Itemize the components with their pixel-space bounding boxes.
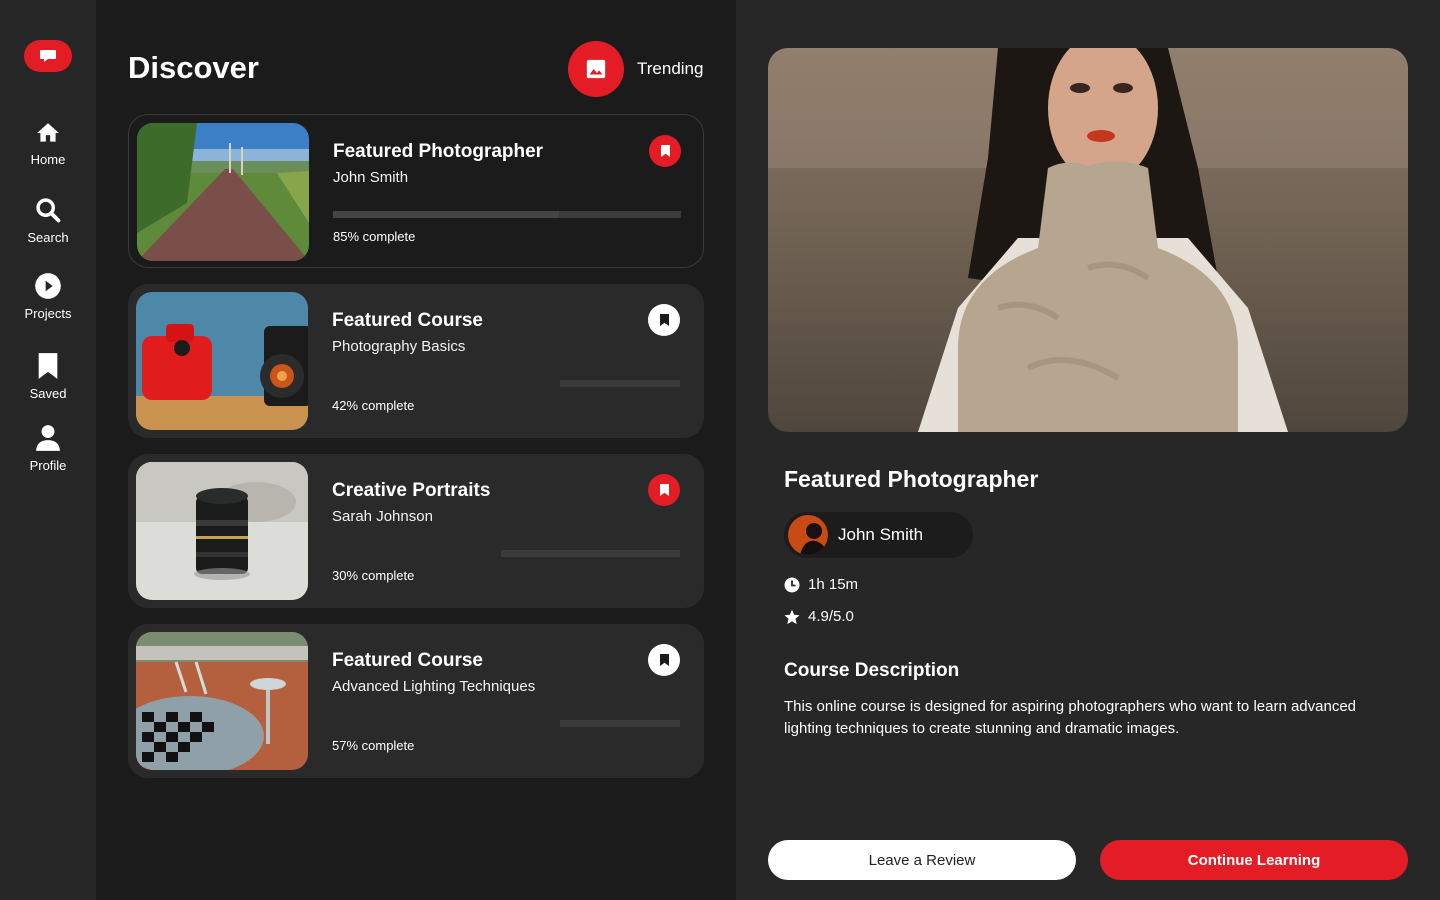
card-thumbnail <box>137 123 309 261</box>
portrait-photo <box>768 48 1408 432</box>
sidebar-item-home[interactable]: Home <box>0 120 96 167</box>
sidebar-item-label: Search <box>27 230 69 245</box>
avatar-photo <box>788 515 828 555</box>
progress-fill <box>333 211 560 218</box>
progress-track <box>560 720 680 727</box>
duration-text: 1h 15m <box>808 576 859 593</box>
detail-panel: Featured Photographer John Smith 1h 15m … <box>736 0 1440 900</box>
progress-track <box>501 550 680 557</box>
bookmark-icon <box>660 145 670 157</box>
progress-text: 85% complete <box>333 229 416 244</box>
progress-text: 42% complete <box>332 398 415 413</box>
card-thumbnail <box>136 462 308 600</box>
rating-text: 4.9/5.0 <box>808 608 854 625</box>
bookmark-icon <box>659 314 669 326</box>
detail-title: Featured Photographer <box>784 466 1039 492</box>
image-icon <box>586 59 606 79</box>
trending-label[interactable]: Trending <box>637 59 703 79</box>
card-title: Creative Portraits <box>332 480 491 501</box>
bookmark-icon <box>38 353 58 379</box>
home-icon <box>37 123 59 142</box>
card-subtitle: John Smith <box>333 169 409 186</box>
card-title: Featured Course <box>332 310 483 331</box>
bookmark-button[interactable] <box>648 304 680 336</box>
star-icon <box>784 609 800 624</box>
course-card[interactable]: Featured Course Advanced Lighting Techni… <box>128 624 704 778</box>
bookmark-icon <box>659 654 669 666</box>
description-text: This online course is designed for aspir… <box>784 698 1357 737</box>
sidebar-item-label: Projects <box>24 306 72 321</box>
card-subtitle: Sarah Johnson <box>332 508 433 525</box>
author-chip[interactable]: John Smith <box>784 512 973 558</box>
course-card[interactable]: Featured Course Photography Basics 42% c… <box>128 284 704 438</box>
chess-table-image <box>136 632 308 770</box>
page-title: Discover <box>128 50 259 85</box>
description-title: Course Description <box>784 660 960 681</box>
sidebar-item-label: Profile <box>29 458 67 473</box>
hero-image <box>768 48 1408 432</box>
clock-icon <box>784 577 800 592</box>
bookmark-button[interactable] <box>648 474 680 506</box>
duration-meta: 1h 15m <box>784 576 858 593</box>
progress-track <box>560 380 680 387</box>
author-name: John Smith <box>838 525 924 544</box>
progress-track <box>333 211 681 218</box>
card-subtitle: Photography Basics <box>332 338 466 355</box>
course-card[interactable]: Featured Photographer John Smith 85% com… <box>128 114 704 268</box>
card-subtitle: Advanced Lighting Techniques <box>332 678 536 695</box>
card-thumbnail <box>136 632 308 770</box>
sidebar-item-saved[interactable]: Saved <box>0 352 96 401</box>
app-logo[interactable] <box>24 40 72 72</box>
country-road-image <box>137 123 309 261</box>
play-circle-icon <box>35 273 61 299</box>
course-card[interactable]: Creative Portraits Sarah Johnson 30% com… <box>128 454 704 608</box>
leave-review-button[interactable]: Leave a Review <box>768 840 1076 880</box>
sidebar-item-search[interactable]: Search <box>0 196 96 245</box>
sidebar: Home Search Projects Saved Profile <box>0 0 96 900</box>
progress-text: 57% complete <box>332 738 415 753</box>
sidebar-item-label: Saved <box>29 386 67 401</box>
red-camera-image <box>136 292 308 430</box>
sidebar-item-profile[interactable]: Profile <box>0 424 96 473</box>
avatar <box>788 515 828 555</box>
chat-bubble-icon <box>40 50 56 62</box>
bookmark-icon <box>659 484 669 496</box>
continue-learning-button[interactable]: Continue Learning <box>1100 840 1408 880</box>
sidebar-item-projects[interactable]: Projects <box>0 272 96 321</box>
card-thumbnail <box>136 292 308 430</box>
bookmark-button[interactable] <box>649 135 681 167</box>
camera-lens-image <box>136 462 308 600</box>
search-icon <box>36 198 61 223</box>
user-icon <box>36 425 60 451</box>
card-title: Featured Photographer <box>333 141 544 162</box>
progress-text: 30% complete <box>332 568 415 583</box>
sidebar-item-label: Home <box>30 152 66 167</box>
rating-meta: 4.9/5.0 <box>784 608 854 625</box>
bookmark-button[interactable] <box>648 644 680 676</box>
trending-button[interactable] <box>568 41 624 97</box>
card-title: Featured Course <box>332 650 483 671</box>
